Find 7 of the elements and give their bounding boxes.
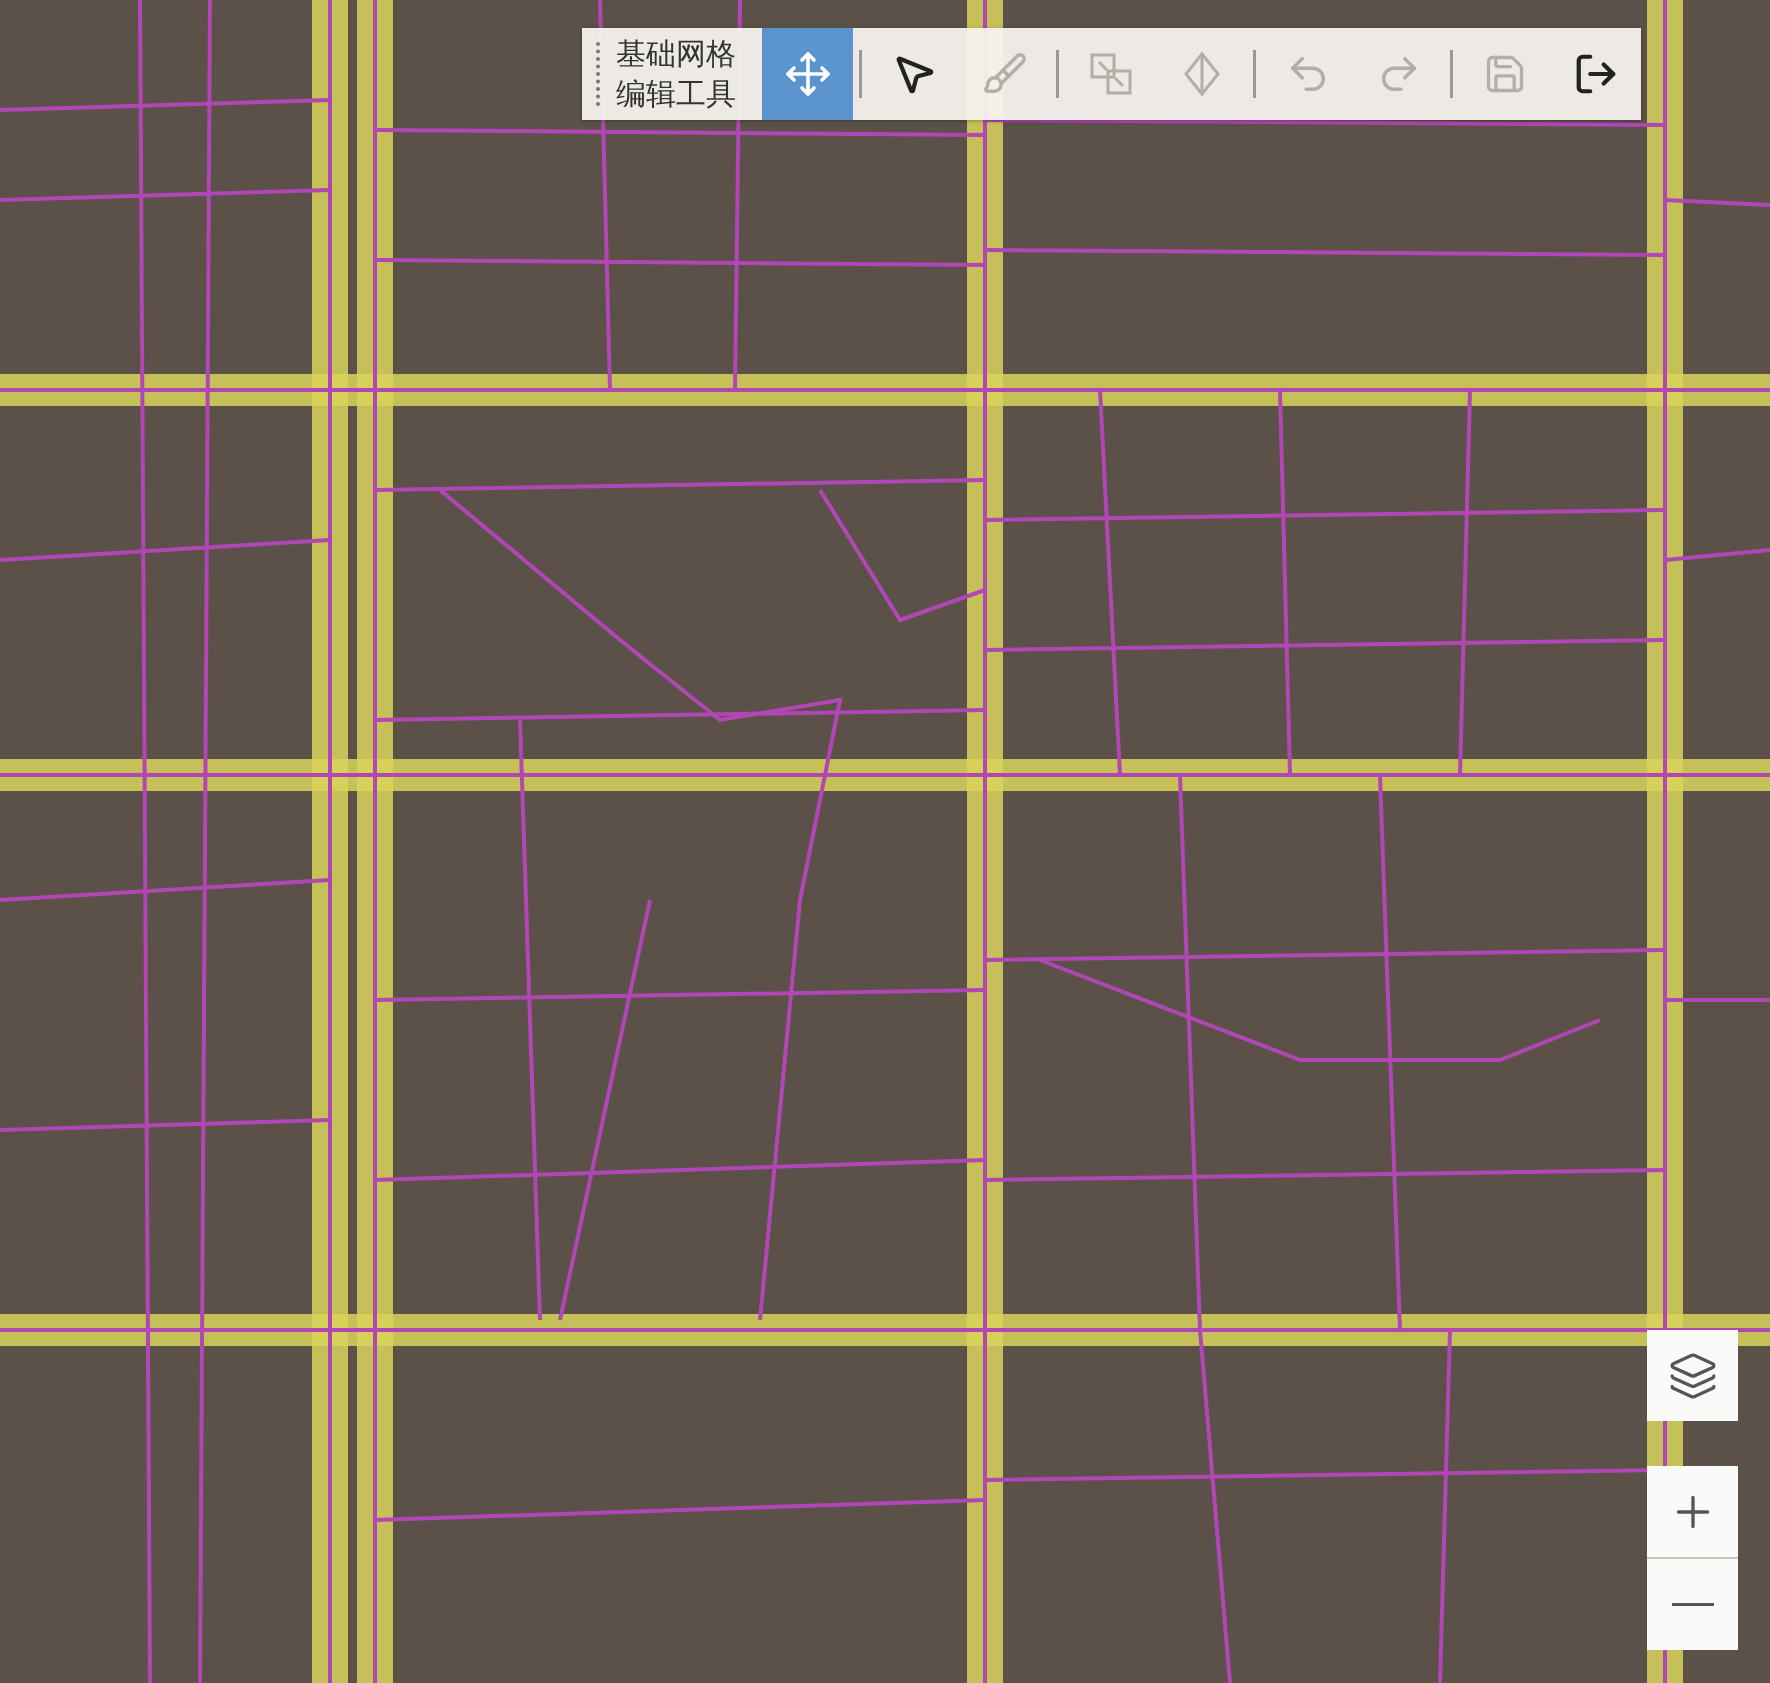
move-tool-button[interactable] [762,28,853,120]
satellite-map[interactable]: 基础网格编辑工具 [0,0,1770,1683]
zoom-out-icon [1671,1603,1714,1606]
toolbar-title: 基础网格编辑工具 [616,35,737,113]
zoom-in-button[interactable] [1647,1466,1738,1557]
move-icon [783,50,832,98]
layers-button[interactable] [1647,1330,1738,1421]
